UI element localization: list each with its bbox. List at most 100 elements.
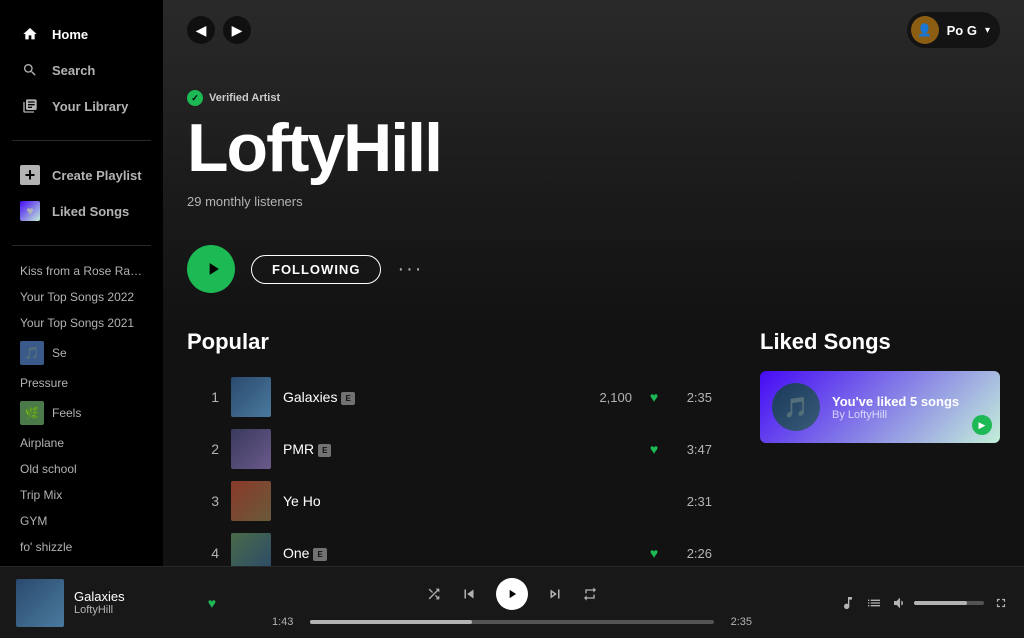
track-duration: 2:35 [676, 390, 712, 405]
track-duration: 3:47 [676, 442, 712, 457]
liked-songs-info: You've liked 5 songs By LoftyHill [832, 394, 988, 421]
liked-songs-play-badge[interactable]: ▶ [972, 415, 992, 435]
player-controls: 1:43 2:35 [216, 578, 808, 628]
monthly-listeners: 29 monthly listeners [187, 194, 1000, 209]
track-info: Ye Ho [283, 493, 560, 509]
volume-container [892, 595, 984, 611]
create-playlist-button[interactable]: + Create Playlist [12, 157, 151, 193]
liked-songs-icon: ♥ [20, 201, 40, 221]
sidebar-actions: + Create Playlist ♥ Liked Songs [0, 149, 163, 237]
playback-controls [426, 578, 598, 610]
play-artist-button[interactable] [187, 245, 235, 293]
track-title: Ye Ho [283, 493, 560, 509]
next-button[interactable] [546, 585, 564, 603]
track-row[interactable]: 1 GalaxiesE 2,100 ♥ 2:35 [187, 371, 720, 423]
lyrics-button[interactable] [840, 595, 856, 611]
liked-songs-card-title: You've liked 5 songs [832, 394, 988, 409]
liked-songs-card[interactable]: 🎵 You've liked 5 songs By LoftyHill ▶ [760, 371, 1000, 443]
now-playing-title: Galaxies [74, 589, 198, 604]
sidebar-item-library[interactable]: Your Library [12, 88, 151, 124]
track-list: 1 GalaxiesE 2,100 ♥ 2:35 2 PMRE ♥ 3:47 3 [187, 371, 720, 566]
track-title: PMRE [283, 441, 560, 457]
now-playing-artist: LoftyHill [74, 604, 198, 616]
sidebar-item-airplane[interactable]: Airplane [12, 430, 151, 456]
popular-section: Popular 1 GalaxiesE 2,100 ♥ 2:35 2 PMRE … [187, 329, 720, 566]
sidebar-item-kiss-from-rose[interactable]: Kiss from a Rose Radio [12, 258, 151, 284]
track-number: 4 [195, 545, 219, 561]
back-button[interactable]: ◀ [187, 16, 215, 44]
sidebar-item-home[interactable]: Home [12, 16, 151, 52]
track-info: GalaxiesE [283, 389, 560, 405]
sidebar-item-pressure[interactable]: Pressure [12, 370, 151, 396]
now-playing-info: Galaxies LoftyHill [74, 589, 198, 616]
user-avatar: 👤 [911, 16, 939, 44]
progress-bar-container: 1:43 2:35 [272, 616, 752, 628]
track-number: 3 [195, 493, 219, 509]
volume-fill [914, 601, 967, 605]
sidebar-item-se[interactable]: 🎵 Se [12, 336, 151, 370]
verified-checkmark-icon: ✓ [187, 90, 203, 106]
nav-arrows: ◀ ▶ [187, 16, 251, 44]
topbar: ◀ ▶ 👤 Po G ▾ [163, 0, 1024, 60]
track-heart[interactable]: ♥ [644, 545, 664, 561]
sidebar-item-top-2021[interactable]: Your Top Songs 2021 [12, 310, 151, 336]
progress-track[interactable] [310, 620, 714, 624]
artist-header: ◀ ▶ 👤 Po G ▾ ✓ Verified Artist [163, 0, 1024, 329]
heart-icon: ♥ [650, 389, 658, 405]
track-number: 2 [195, 441, 219, 457]
avatar-image: 👤 [917, 23, 932, 37]
sidebar-item-fo-shizzle[interactable]: fo' shizzle [12, 534, 151, 558]
track-number: 1 [195, 389, 219, 405]
explicit-badge: E [341, 392, 354, 405]
track-row[interactable]: 2 PMRE ♥ 3:47 [187, 423, 720, 475]
sidebar-item-top-2022[interactable]: Your Top Songs 2022 [12, 284, 151, 310]
liked-songs-title: Liked Songs [760, 329, 1000, 355]
user-name-label: Po G [947, 23, 977, 38]
chevron-down-icon: ▾ [985, 25, 990, 36]
repeat-button[interactable] [582, 586, 598, 602]
track-title: OneE [283, 545, 560, 561]
liked-songs-section: Liked Songs 🎵 You've liked 5 songs By Lo… [760, 329, 1000, 566]
sidebar-item-search[interactable]: Search [12, 52, 151, 88]
liked-songs-card-sub: By LoftyHill [832, 409, 988, 421]
sidebar-divider-1 [12, 140, 151, 141]
total-time: 2:35 [722, 616, 752, 628]
home-icon [20, 24, 40, 44]
fullscreen-button[interactable] [994, 596, 1008, 610]
current-time: 1:43 [272, 616, 302, 628]
explicit-badge: E [318, 444, 331, 457]
shuffle-button[interactable] [426, 586, 442, 602]
liked-songs-button[interactable]: ♥ Liked Songs [12, 193, 151, 229]
progress-fill [310, 620, 472, 624]
previous-button[interactable] [460, 585, 478, 603]
volume-track[interactable] [914, 601, 984, 605]
player-right [808, 595, 1008, 611]
more-options-button[interactable]: ··· [397, 258, 423, 281]
track-info: OneE [283, 545, 560, 561]
playlist-thumb-feels: 🌿 [20, 401, 44, 425]
heart-icon: ♥ [650, 441, 658, 457]
artist-actions: FOLLOWING ··· [187, 229, 1000, 309]
user-menu[interactable]: 👤 Po G ▾ [907, 12, 1000, 48]
play-pause-button[interactable] [496, 578, 528, 610]
follow-button[interactable]: FOLLOWING [251, 255, 381, 284]
volume-icon[interactable] [892, 595, 908, 611]
queue-button[interactable] [866, 595, 882, 611]
liked-avatar-image: 🎵 [784, 395, 809, 420]
forward-button[interactable]: ▶ [223, 16, 251, 44]
track-row[interactable]: 4 OneE ♥ 2:26 [187, 527, 720, 566]
sidebar-item-trip-mix[interactable]: Trip Mix [12, 482, 151, 508]
liked-songs-avatar: 🎵 [772, 383, 820, 431]
track-row[interactable]: 3 Ye Ho 2:31 [187, 475, 720, 527]
content-sections: Popular 1 GalaxiesE 2,100 ♥ 2:35 2 PMRE … [163, 329, 1024, 566]
track-heart[interactable]: ♥ [644, 441, 664, 457]
sidebar-item-gym[interactable]: GYM [12, 508, 151, 534]
verified-badge: ✓ Verified Artist [187, 90, 1000, 106]
sidebar-item-old-school[interactable]: Old school [12, 456, 151, 482]
popular-title: Popular [187, 329, 720, 355]
sidebar-playlist-list: Kiss from a Rose Radio Your Top Songs 20… [0, 254, 163, 558]
sidebar-item-feels[interactable]: 🌿 Feels [12, 396, 151, 430]
sidebar-divider-2 [12, 245, 151, 246]
now-playing-heart-icon[interactable]: ♥ [208, 595, 216, 611]
track-heart[interactable]: ♥ [644, 389, 664, 405]
